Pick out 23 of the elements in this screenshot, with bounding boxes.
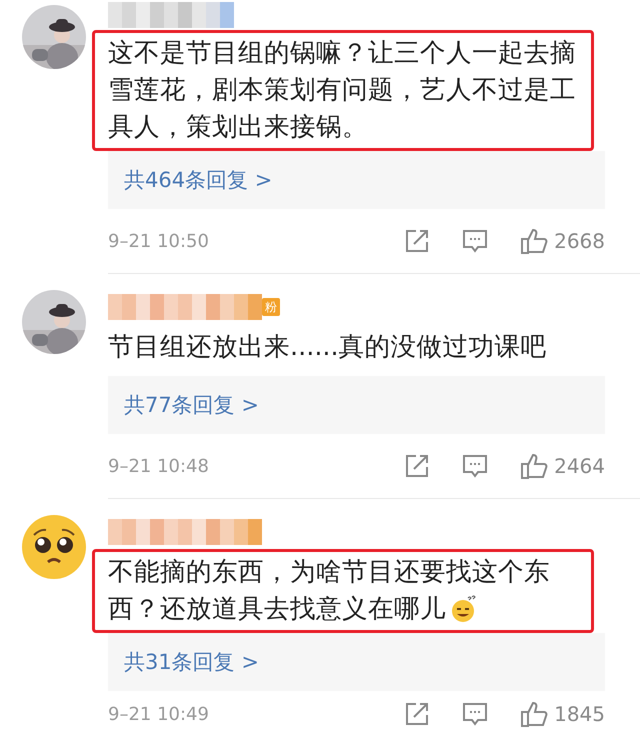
- share-icon[interactable]: [404, 701, 430, 727]
- thumbs-up-icon[interactable]: [520, 452, 548, 480]
- share-icon[interactable]: [404, 453, 430, 479]
- comment-text: 节目组还放出来......真的没做过功课吧: [107, 331, 548, 364]
- fan-badge: 粉: [262, 298, 280, 316]
- comment-icon[interactable]: [462, 453, 488, 479]
- like-count: 2668: [554, 229, 605, 253]
- comment-text: 不能摘的东西，为啥节目还要找这个东西？还放道具去找意义在哪儿: [92, 549, 594, 633]
- thumbs-up-icon[interactable]: [520, 700, 548, 728]
- replies-link[interactable]: 共77条回复 >: [124, 391, 259, 419]
- comment-icon[interactable]: [462, 228, 488, 254]
- share-icon[interactable]: [404, 228, 430, 254]
- replies-link[interactable]: 共464条回复 >: [124, 166, 272, 194]
- like-count: 2464: [554, 454, 605, 478]
- comment-icon[interactable]: [462, 701, 488, 727]
- pleading-emoji-icon[interactable]: [22, 515, 86, 579]
- thumbs-up-icon[interactable]: [520, 227, 548, 255]
- comment-time: 9–21 10:49: [108, 704, 210, 724]
- replies-link[interactable]: 共31条回复 >: [124, 648, 259, 676]
- comment-text: 这不是节目组的锅嘛？让三个人一起去摘雪莲花，剧本策划有问题，艺人不过是工具人，策划出来接锅。: [92, 30, 594, 151]
- like-count: 1845: [554, 702, 605, 726]
- comment-time: 9–21 10:50: [108, 230, 210, 252]
- comment-time: 9–21 10:48: [108, 456, 210, 476]
